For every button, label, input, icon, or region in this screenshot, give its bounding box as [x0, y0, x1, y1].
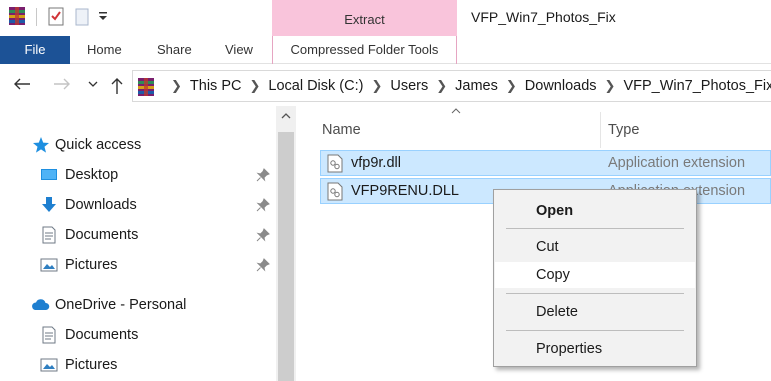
cloud-icon — [32, 299, 50, 310]
pictures-icon — [40, 258, 58, 272]
tab-share[interactable]: Share — [157, 36, 192, 64]
menu-item-cut[interactable]: Cut — [495, 234, 695, 260]
navigation-bar: ❯ This PC ❯ Local Disk (C:) ❯ Users ❯ Ja… — [0, 66, 771, 106]
breadcrumb-users[interactable]: Users — [390, 78, 428, 94]
menu-item-copy[interactable]: Copy — [495, 262, 695, 288]
documents-icon — [42, 326, 56, 344]
properties-icon[interactable] — [48, 6, 64, 26]
menu-separator — [506, 293, 684, 294]
navigation-pane: Quick access Desktop Downloads Documents — [0, 106, 276, 381]
breadcrumb-current-folder[interactable]: VFP_Win7_Photos_Fix — [623, 78, 771, 94]
chevron-down-icon — [88, 81, 98, 87]
column-divider[interactable] — [600, 112, 601, 148]
tab-home[interactable]: Home — [87, 36, 122, 64]
menu-item-delete[interactable]: Delete — [495, 299, 695, 325]
extract-tab-label: Extract — [344, 12, 385, 27]
context-menu: Open Cut Copy Delete Properties — [493, 189, 697, 367]
nav-quick-access[interactable]: Quick access — [0, 130, 276, 160]
chevron-right-icon[interactable]: ❯ — [436, 78, 447, 94]
nav-item-label: Documents — [65, 327, 139, 343]
column-header-type[interactable]: Type — [608, 112, 639, 148]
star-icon — [33, 137, 49, 153]
contextual-tab-group[interactable]: Extract — [272, 0, 457, 38]
ribbon-tabs: File Home Share View Compressed Folder T… — [0, 36, 771, 64]
tab-view[interactable]: View — [225, 36, 253, 64]
scroll-thumb[interactable] — [278, 132, 294, 381]
window-title: VFP_Win7_Photos_Fix — [471, 9, 616, 25]
navigation-pane-scrollbar[interactable] — [276, 106, 296, 381]
breadcrumb: ❯ This PC ❯ Local Disk (C:) ❯ Users ❯ Ja… — [163, 71, 771, 101]
toolbar-divider — [36, 8, 37, 26]
file-name: VFP9RENU.DLL — [351, 183, 459, 199]
recent-locations-button[interactable] — [86, 76, 100, 96]
nav-item-label: Downloads — [65, 197, 137, 213]
menu-separator — [506, 228, 684, 229]
winrar-icon[interactable] — [8, 6, 26, 26]
forward-button[interactable] — [50, 76, 74, 96]
breadcrumb-downloads[interactable]: Downloads — [525, 78, 597, 94]
breadcrumb-this-pc[interactable]: This PC — [190, 78, 242, 94]
dll-file-icon — [327, 154, 343, 173]
nav-item-label: Desktop — [65, 167, 119, 183]
winrar-icon — [138, 78, 154, 96]
up-button[interactable] — [106, 76, 128, 96]
pin-icon[interactable] — [256, 228, 270, 242]
pictures-icon — [40, 358, 58, 372]
nav-item-label: Pictures — [65, 257, 118, 273]
chevron-up-icon — [281, 113, 291, 119]
address-bar[interactable]: ❯ This PC ❯ Local Disk (C:) ❯ Users ❯ Ja… — [132, 70, 771, 102]
nav-item-desktop[interactable]: Desktop — [0, 160, 276, 190]
pin-icon[interactable] — [256, 168, 270, 182]
file-row[interactable]: vfp9r.dll Application extension — [320, 150, 771, 176]
chevron-right-icon[interactable]: ❯ — [605, 78, 616, 94]
arrow-up-icon — [111, 78, 123, 94]
tab-file[interactable]: File — [0, 36, 70, 64]
tab-compressed-folder-tools[interactable]: Compressed Folder Tools — [272, 36, 457, 64]
customize-toolbar-icon[interactable] — [98, 10, 108, 22]
nav-item-onedrive-documents[interactable]: Documents — [0, 320, 276, 350]
arrow-right-icon — [54, 78, 70, 90]
chevron-right-icon[interactable]: ❯ — [249, 78, 260, 94]
sort-ascending-icon — [451, 106, 461, 118]
title-bar: Extract VFP_Win7_Photos_Fix — [0, 0, 771, 38]
menu-item-properties[interactable]: Properties — [495, 336, 695, 362]
documents-icon — [42, 226, 56, 244]
arrow-left-icon — [14, 78, 30, 90]
dll-file-icon — [327, 182, 343, 201]
menu-separator — [506, 330, 684, 331]
nav-item-documents[interactable]: Documents — [0, 220, 276, 250]
nav-item-label: Pictures — [65, 357, 118, 373]
chevron-right-icon[interactable]: ❯ — [506, 78, 517, 94]
nav-quick-access-label: Quick access — [55, 137, 142, 153]
scroll-up-button[interactable] — [276, 106, 296, 130]
nav-onedrive-label: OneDrive - Personal — [55, 297, 187, 313]
menu-item-open[interactable]: Open — [495, 198, 695, 224]
nav-item-downloads[interactable]: Downloads — [0, 190, 276, 220]
file-type: Application extension — [608, 155, 746, 171]
nav-onedrive[interactable]: OneDrive - Personal — [0, 290, 276, 320]
breadcrumb-james[interactable]: James — [455, 78, 498, 94]
chevron-right-icon[interactable]: ❯ — [371, 78, 382, 94]
downloads-icon — [42, 197, 56, 212]
pin-icon[interactable] — [256, 258, 270, 272]
pin-icon[interactable] — [256, 198, 270, 212]
chevron-right-icon[interactable]: ❯ — [171, 78, 182, 94]
new-folder-icon[interactable] — [75, 8, 89, 26]
nav-item-label: Documents — [65, 227, 139, 243]
file-name: vfp9r.dll — [351, 155, 401, 171]
nav-item-onedrive-pictures[interactable]: Pictures — [0, 350, 276, 380]
column-header-name[interactable]: Name — [322, 112, 361, 148]
breadcrumb-local-disk[interactable]: Local Disk (C:) — [268, 78, 363, 94]
nav-item-pictures[interactable]: Pictures — [0, 250, 276, 280]
desktop-icon — [41, 169, 57, 180]
back-button[interactable] — [10, 76, 34, 96]
